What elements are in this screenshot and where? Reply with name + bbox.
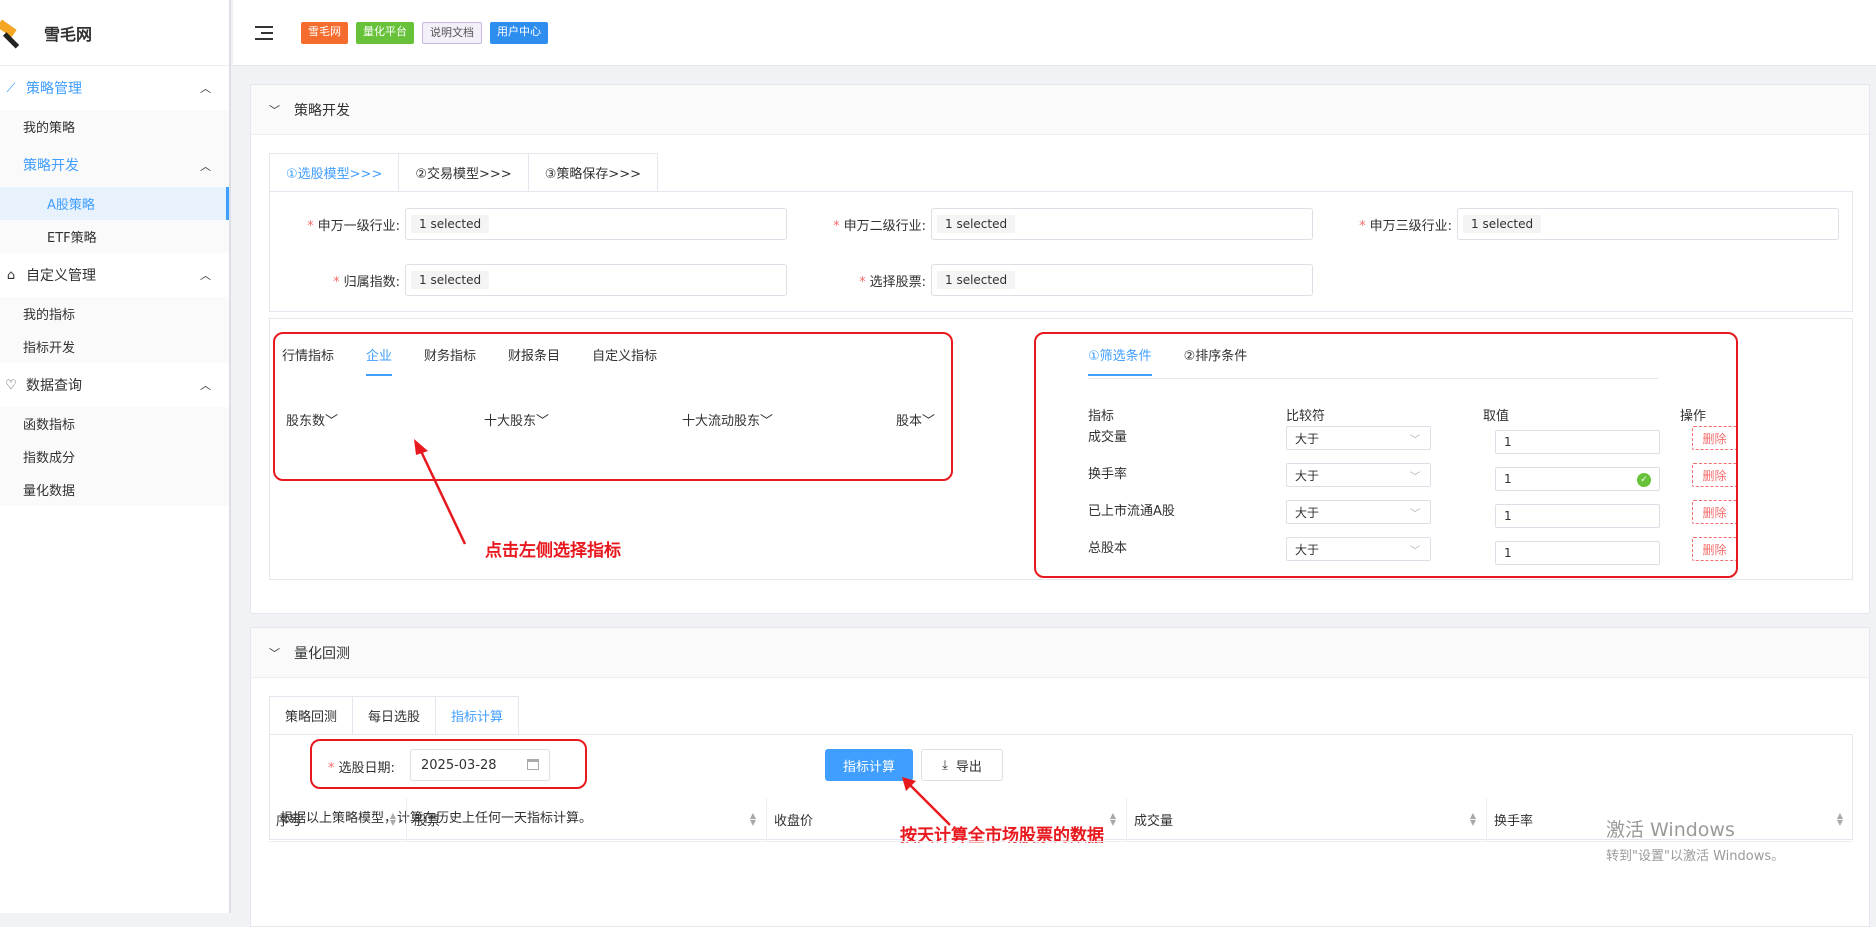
chevron-up-icon: ︿ [200,269,211,282]
topbar: 雪毛网 量化平台 说明文档 用户中心 [233,0,1876,66]
field-label: * 归属指数: [333,274,400,290]
sort-icon: ▲ ▼ [1469,811,1476,827]
menu-item-my-indicators[interactable]: 我的指标 [0,297,229,330]
field-label: * 申万三级行业: [1359,218,1452,234]
selected-tag: 1 selected [411,215,490,233]
heart-icon: ♡ [5,377,17,393]
stock-select[interactable]: 1 selected [931,264,1313,296]
download-icon: ⤓ [942,757,948,773]
watermark-title: 激活 Windows [1606,819,1735,841]
selected-tag: 1 selected [1463,215,1542,233]
bank-icon: ⌂ [6,267,16,283]
tab-indicator-calc[interactable]: 指标计算 [435,696,520,734]
menu-item-my-strategy[interactable]: 我的策略 [0,110,229,143]
badge-docs[interactable]: 说明文档 [422,21,482,44]
menu-group-custom[interactable]: ⌂ 自定义管理 ︿ [0,253,229,297]
card-title: 量化回测 [294,645,350,662]
filter-form: * 申万一级行业: 1 selected * 申万二级行业: 1 selected … [269,192,1853,312]
chevron-up-icon: ︿ [200,160,211,173]
field-label: * 申万二级行业: [833,218,926,234]
app-title: 雪毛网 [44,24,93,44]
sort-icon: ▲ ▼ [1836,811,1843,827]
chevron-down-icon: ﹀ [269,646,280,660]
selected-tag: 1 selected [937,271,1016,289]
annotation-box-conditions [1034,332,1738,578]
strategy-tabs: ①选股模型>>> ②交易模型>>> ③策略保存>>> [269,153,1853,192]
sort-icon: ▲ ▼ [749,811,756,827]
col-volume[interactable]: 成交量 ▲ ▼ [1127,798,1487,841]
menu-item-strategy-dev[interactable]: 策略开发 ︿ [0,143,229,187]
chevron-down-icon: ﹀ [269,103,280,117]
index-select[interactable]: 1 selected [405,264,787,296]
backtest-header[interactable]: ﹀ 量化回测 [251,628,1869,678]
strategy-dev-card: ﹀ 策略开发 ①选股模型>>> ②交易模型>>> ③策略保存>>> * 申万一级行… [250,84,1870,614]
chevron-up-icon: ︿ [200,379,211,392]
watermark-subtitle: 转到"设置"以激活 Windows。 [1606,849,1785,864]
col-stock[interactable]: 股票 ▲ ▼ [407,798,767,841]
sw-level2-select[interactable]: 1 selected [931,208,1313,240]
menu-item-quant-data[interactable]: 量化数据 [0,473,229,506]
badge-quant-platform[interactable]: 量化平台 [356,21,414,44]
strategy-dev-header[interactable]: ﹀ 策略开发 [251,85,1869,135]
sw-level1-select[interactable]: 1 selected [405,208,787,240]
menu-item-etf-strategy[interactable]: ETF策略 [0,220,229,253]
tab-daily-picks[interactable]: 每日选股 [352,696,437,734]
badge-xuemao[interactable]: 雪毛网 [301,21,348,44]
menu-group-label: 策略管理 [26,81,82,97]
backtest-card: ﹀ 量化回测 策略回测 每日选股 指标计算 * 选股日期: 2025-03-28 … [250,627,1870,927]
menu-item-function-indicators[interactable]: 函数指标 [0,407,229,440]
main-content: ﹀ 策略开发 ①选股模型>>> ②交易模型>>> ③策略保存>>> * 申万一级行… [250,84,1870,614]
sidebar: 雪毛网 ⟋ 策略管理 ︿ 我的策略 策略开发 ︿ A股策略 ETF策略 ⌂ 自定… [0,0,231,913]
indicator-condition-panel: 行情指标 企业 财务指标 财报条目 自定义指标 股东数﹀ 十大股东﹀ 十大流动股… [269,318,1853,580]
badge-user-center[interactable]: 用户中心 [490,21,548,44]
logo-bar: 雪毛网 [0,0,229,66]
col-close[interactable]: 收盘价 ▲ ▼ [767,798,1127,841]
annotation-box-indicators [273,332,953,481]
annotation-text-select: 点击左侧选择指标 [485,541,621,561]
annotation-arrow [414,439,467,545]
col-seq[interactable]: 序号 ▲ ▼ [269,798,407,841]
chart-line-icon: ⟋ [6,80,16,96]
field-label: * 选择股票: [859,274,926,290]
menu-group-label: 数据查询 [26,378,82,394]
tab-strategy-save[interactable]: ③策略保存>>> [527,153,659,191]
menu-group-strategy[interactable]: ⟋ 策略管理 ︿ [0,66,229,110]
sw-level3-select[interactable]: 1 selected [1457,208,1839,240]
menu-group-data-query[interactable]: ♡ 数据查询 ︿ [0,363,229,407]
menu-group-label: 自定义管理 [26,268,96,284]
menu-item-index-components[interactable]: 指数成分 [0,440,229,473]
sort-icon: ▲ ▼ [1109,811,1116,827]
card-title: 策略开发 [294,102,350,119]
menu-item-a-share-strategy[interactable]: A股策略 [0,187,229,220]
annotation-box-date [310,739,587,789]
chevron-up-icon: ︿ [200,82,211,95]
sort-icon: ▲ ▼ [389,811,396,827]
windows-activation-watermark: 激活 Windows 转到"设置"以激活 Windows。 [1606,815,1784,864]
menu-item-indicator-dev[interactable]: 指标开发 [0,330,229,363]
tab-trade-model[interactable]: ②交易模型>>> [398,153,529,191]
menu-item-label: 策略开发 [23,158,79,174]
tab-backtest[interactable]: 策略回测 [269,696,354,734]
selected-tag: 1 selected [937,215,1016,233]
menu-collapse-icon[interactable] [255,25,275,41]
hammer-logo-icon [0,16,28,50]
selected-tag: 1 selected [411,271,490,289]
backtest-tabs: 策略回测 每日选股 指标计算 [269,696,1853,735]
field-label: * 申万一级行业: [307,218,400,234]
tab-stock-model[interactable]: ①选股模型>>> [269,153,400,191]
